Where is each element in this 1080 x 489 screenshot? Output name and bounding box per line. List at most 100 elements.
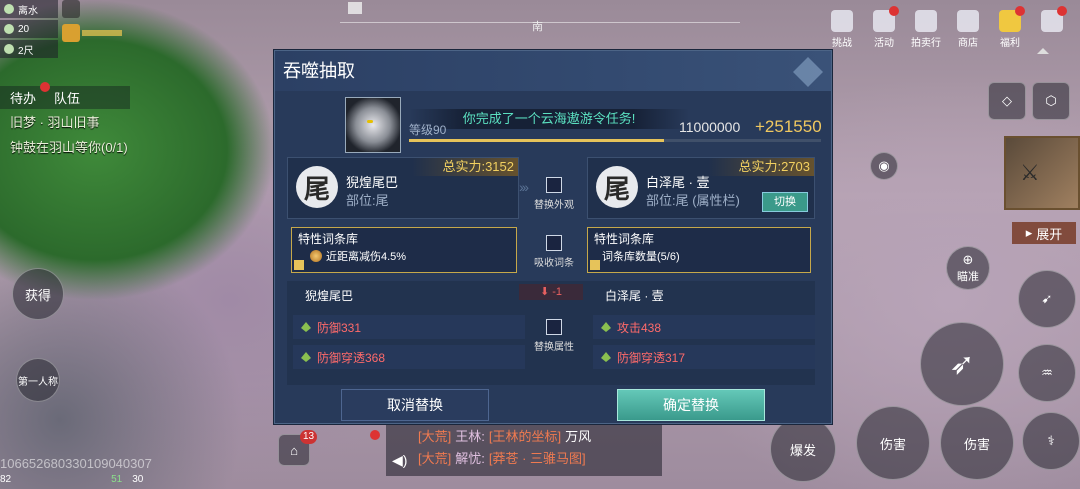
signal-value: 51 bbox=[111, 474, 123, 485]
depth-icon bbox=[4, 44, 14, 54]
damage-skill-button-2[interactable]: 伤害 bbox=[940, 406, 1014, 480]
attr-row: 防御穿透317 bbox=[593, 345, 815, 369]
chat-message: [大荒] 解忧: [莽苍 · 三骓马图] bbox=[418, 450, 586, 466]
confirm-replace-button[interactable]: 确定替换 bbox=[617, 389, 765, 421]
collapse-icon[interactable] bbox=[1037, 46, 1049, 54]
quest-title[interactable]: 旧梦 · 羽山旧事 bbox=[0, 109, 200, 134]
moon-status: 20 bbox=[0, 20, 58, 38]
left-attr-header: 猊煌尾巴 bbox=[305, 289, 354, 303]
water-status: 离水 bbox=[0, 0, 58, 18]
aim-button[interactable]: ⊕ 瞄准 bbox=[946, 246, 990, 290]
left-slot-card[interactable]: 尾 猊煌尾巴 部位:尾 总实力:3152 bbox=[287, 157, 519, 219]
grid-icon bbox=[1041, 6, 1067, 32]
claw-icon: ⚕ bbox=[1047, 433, 1055, 448]
device-status: 82 51 30 bbox=[0, 474, 143, 485]
menu-icon[interactable] bbox=[348, 2, 362, 14]
water-drop-icon bbox=[4, 4, 14, 14]
first-person-button[interactable]: 第一人称 bbox=[16, 358, 60, 402]
attr-toggle[interactable]: 替换属性 bbox=[519, 319, 589, 353]
buff-icon[interactable] bbox=[62, 24, 80, 42]
compass: 南 bbox=[340, 0, 740, 33]
leaf-icon bbox=[601, 322, 611, 332]
attack-button[interactable]: ➶ bbox=[920, 322, 1004, 406]
mount-button[interactable]: ◇ bbox=[988, 82, 1026, 120]
obtain-button[interactable]: 获得 bbox=[12, 268, 64, 320]
buff-bar bbox=[82, 30, 122, 36]
right-trait-card[interactable]: 特性词条库 词条库数量(5/6) bbox=[587, 227, 811, 273]
slot-name: 猊煌尾巴 bbox=[346, 175, 399, 190]
weapon-slot[interactable]: ⚔ bbox=[1004, 136, 1080, 210]
welfare-button[interactable]: 福利 bbox=[994, 6, 1026, 49]
tail-icon: 尾 bbox=[596, 166, 638, 208]
expand-button[interactable]: ▸ 展开 bbox=[1012, 222, 1076, 244]
expand-icon: ▸ bbox=[1025, 225, 1033, 240]
exp-progress-fill bbox=[409, 139, 665, 142]
attr-row: 防御331 bbox=[293, 315, 525, 339]
book-icon bbox=[294, 260, 304, 270]
trait-checkbox[interactable] bbox=[546, 235, 562, 251]
tab-todo[interactable]: 待办 bbox=[10, 88, 36, 107]
pet-button[interactable]: ⬡ bbox=[1032, 82, 1070, 120]
right-slot-card[interactable]: 尾 白泽尾 · 壹 部位:尾 (属性栏) 总实力:2703 切换 bbox=[587, 157, 815, 219]
chat-box[interactable]: [大荒] 王林: [王林的坐标] 万风 [大荒] 解忧: [莽苍 · 三骓马图] bbox=[386, 424, 662, 476]
top-menu: 挑战 活动 拍卖行 商店 福利 bbox=[826, 6, 1068, 49]
level-label: 等级90 bbox=[409, 123, 447, 137]
left-trait-card[interactable]: 特性词条库 近距离减伤4.5% bbox=[291, 227, 517, 273]
slot-position: 部位:尾 (属性栏) bbox=[646, 193, 740, 208]
appearance-checkbox[interactable] bbox=[546, 177, 562, 193]
avatar bbox=[345, 97, 401, 153]
appearance-toggle[interactable]: 替换外观 bbox=[519, 177, 589, 211]
eye-icon: ◉ bbox=[878, 158, 890, 173]
pet-icon: ⬡ bbox=[1045, 93, 1057, 108]
damage-skill-button-1[interactable]: 伤害 bbox=[856, 406, 930, 480]
exp-row: 你完成了一个云海遨游令任务! 等级90 11000000 +251550 bbox=[345, 97, 829, 153]
dialog-title: 吞噬抽取 bbox=[275, 51, 831, 91]
compass-label: 南 bbox=[532, 21, 543, 33]
home-icon: ⌂ bbox=[290, 442, 298, 458]
skill-button-1[interactable]: ➹ bbox=[1018, 270, 1076, 328]
skill-button-3[interactable]: ⚕ bbox=[1022, 412, 1080, 470]
depth-status: 2尺 bbox=[0, 40, 58, 58]
quest-panel: 待办 队伍 旧梦 · 羽山旧事 钟鼓在羽山等你(0/1) bbox=[0, 86, 200, 159]
crosshair-icon: ⊕ bbox=[962, 252, 974, 267]
chat-message: [大荒] 王林: [王林的坐标] 万风 bbox=[418, 428, 592, 444]
alert-badge bbox=[40, 82, 50, 92]
activity-button[interactable]: 活动 bbox=[868, 6, 900, 49]
switch-button[interactable]: 切换 bbox=[762, 192, 808, 212]
attr-checkbox[interactable] bbox=[546, 319, 562, 335]
dodge-icon: ♒ bbox=[1041, 365, 1053, 380]
shop-button[interactable]: 商店 bbox=[952, 10, 984, 49]
down-arrow-icon: ⬇ bbox=[539, 286, 553, 298]
auction-button[interactable]: 拍卖行 bbox=[910, 10, 942, 49]
camera-icon bbox=[915, 10, 937, 32]
notice-banner: 你完成了一个云海遨游令任务! bbox=[409, 109, 689, 129]
devour-extract-dialog: 吞噬抽取 你完成了一个云海遨游令任务! 等级90 11000000 +25155… bbox=[274, 50, 832, 424]
skill-slot-icon[interactable] bbox=[62, 0, 80, 18]
eye-button[interactable]: ◉ bbox=[870, 152, 898, 180]
exp-value: 11000000 bbox=[679, 119, 741, 135]
more-button[interactable] bbox=[1036, 6, 1068, 49]
exp-gain: +251550 bbox=[755, 117, 822, 136]
trait-value: 近距离减伤4.5% bbox=[326, 251, 407, 263]
voice-icon[interactable]: ◀) bbox=[392, 452, 407, 469]
total-power: 总实力:3152 bbox=[412, 158, 518, 176]
burst-skill-button[interactable]: 爆发 bbox=[770, 416, 836, 482]
player-id: 10665268033010904030​7 bbox=[0, 456, 152, 471]
cancel-replace-button[interactable]: 取消替换 bbox=[341, 389, 489, 421]
book-icon bbox=[590, 260, 600, 270]
attr-row: 攻击438 bbox=[593, 315, 815, 339]
attr-row: 防御穿透368 bbox=[293, 345, 525, 369]
tab-team[interactable]: 队伍 bbox=[54, 88, 80, 107]
mount-icon: ◇ bbox=[1002, 93, 1012, 108]
calendar-icon bbox=[873, 6, 899, 32]
quest-objective[interactable]: 钟鼓在羽山等你(0/1) bbox=[0, 134, 200, 159]
skill-button-2[interactable]: ♒ bbox=[1018, 344, 1076, 402]
leaf-icon bbox=[601, 352, 611, 362]
tail-icon: 尾 bbox=[296, 166, 338, 208]
weapon-icon: ⚔ bbox=[1020, 160, 1040, 185]
challenge-button[interactable]: 挑战 bbox=[826, 10, 858, 49]
trait-count: 词条库数量(5/6) bbox=[602, 251, 680, 263]
trait-toggle[interactable]: 吸收词条 bbox=[519, 235, 589, 269]
right-attr-header: 白泽尾 · 壹 bbox=[605, 289, 664, 303]
gift-icon bbox=[999, 6, 1025, 32]
